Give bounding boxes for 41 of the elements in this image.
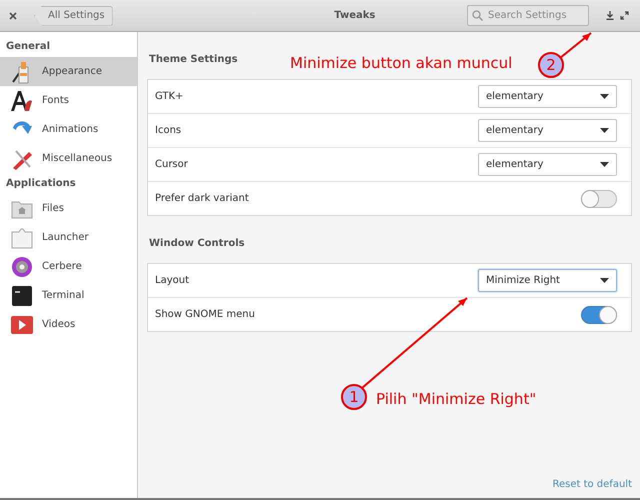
maximize-icon xyxy=(620,11,629,20)
setting-label: Layout xyxy=(155,275,189,286)
sidebar-item[interactable]: Cerbere xyxy=(0,252,137,281)
close-icon xyxy=(9,12,17,20)
caret-icon xyxy=(600,128,609,133)
sidebar-item[interactable]: Videos xyxy=(0,310,137,339)
sidebar-heading: General xyxy=(5,40,51,54)
dropdown[interactable]: Minimize Right xyxy=(478,269,617,292)
folder-icon xyxy=(10,226,34,250)
section-heading: Theme Settings xyxy=(149,54,238,65)
sidebar-item[interactable]: Animations xyxy=(0,115,137,144)
dropdown[interactable]: elementary xyxy=(478,119,617,142)
sidebar-item[interactable]: Miscellaneous xyxy=(0,144,137,173)
terminal-icon xyxy=(10,284,34,308)
sidebar-item[interactable]: Launcher xyxy=(0,223,137,252)
caret-icon xyxy=(600,94,609,99)
dropdown[interactable]: elementary xyxy=(478,153,617,176)
sidebar-item[interactable]: Appearance xyxy=(0,57,137,86)
setting-label: Cursor xyxy=(155,159,188,170)
setting-label: Icons xyxy=(155,125,182,136)
toggle-switch[interactable] xyxy=(581,190,617,208)
sidebar-item[interactable]: Terminal xyxy=(0,281,137,310)
annotation-text: Pilih "Minimize Right" xyxy=(376,390,536,408)
caret-icon xyxy=(600,162,609,167)
search-field[interactable]: Search Settings xyxy=(467,5,589,26)
letters-icon xyxy=(10,88,34,112)
toggle-switch[interactable] xyxy=(581,306,617,324)
sidebar-item[interactable]: Fonts xyxy=(0,86,137,115)
annotation-text: Minimize button akan muncul xyxy=(290,54,512,72)
setting-label: Prefer dark variant xyxy=(155,193,249,204)
section-heading: Window Controls xyxy=(149,238,245,249)
caret-icon xyxy=(600,278,609,283)
setting-label: GTK+ xyxy=(155,91,184,102)
minimize-icon xyxy=(606,11,614,20)
dropdown[interactable]: elementary xyxy=(478,85,617,108)
back-button[interactable]: All Settings xyxy=(34,6,113,26)
sidebar-item[interactable]: Files xyxy=(0,194,137,223)
setting-label: Show GNOME menu xyxy=(155,309,255,320)
sidebar-heading: Applications xyxy=(5,177,77,191)
window-title: Tweaks xyxy=(333,10,376,21)
arrow xyxy=(559,32,592,59)
